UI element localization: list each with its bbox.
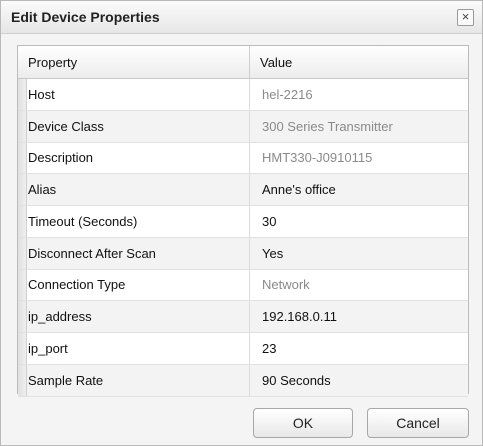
table-row[interactable]: Connection Type Network	[18, 269, 468, 302]
properties-grid: Property Value Host hel-2216 Device Class 3…	[17, 45, 469, 397]
property-value-cell[interactable]: 90 Seconds	[250, 365, 468, 396]
ok-button[interactable]: OK	[253, 408, 353, 438]
property-name-cell: Connection Type	[18, 269, 250, 301]
property-name-cell: Description	[18, 142, 250, 174]
property-value-cell[interactable]: 30	[250, 206, 468, 237]
table-row[interactable]: ip_address 192.168.0.11	[18, 301, 468, 333]
property-name-cell: Host	[18, 79, 250, 110]
property-value-cell[interactable]: 192.168.0.11	[250, 301, 468, 332]
grid-header: Property Value	[18, 46, 468, 79]
property-name-cell: Sample Rate	[18, 364, 250, 396]
property-value-cell[interactable]: Anne's office	[250, 174, 468, 205]
close-icon[interactable]: ×	[457, 9, 474, 26]
edit-device-properties-dialog: Edit Device Properties × Property Value …	[0, 0, 483, 446]
table-row[interactable]: ip_port 23	[18, 333, 468, 365]
column-header-property[interactable]: Property	[18, 46, 250, 78]
property-name-cell: Alias	[18, 174, 250, 205]
table-row[interactable]: Device Class 300 Series Transmitter	[18, 110, 468, 143]
property-name-cell: Disconnect After Scan	[18, 237, 250, 269]
property-value-cell[interactable]: 23	[250, 333, 468, 364]
cancel-button[interactable]: Cancel	[367, 408, 469, 438]
property-name-cell: ip_port	[18, 333, 250, 364]
table-row[interactable]: Alias Anne's office	[18, 174, 468, 206]
property-value-cell: hel-2216	[262, 86, 313, 102]
property-value-cell: 300 Series Transmitter	[262, 118, 393, 134]
property-value-cell: Network	[262, 277, 310, 293]
table-row[interactable]: Description HMT330-J0910115	[18, 142, 468, 175]
property-name-cell: Timeout (Seconds)	[18, 206, 250, 237]
property-value-cell[interactable]: Yes	[250, 238, 468, 269]
table-row[interactable]: Sample Rate 90 Seconds	[18, 364, 468, 397]
property-value-cell: HMT330-J0910115	[262, 150, 373, 166]
dialog-title: Edit Device Properties	[11, 9, 160, 25]
grid-body: Host hel-2216 Device Class 300 Series Trans…	[18, 79, 468, 397]
property-name-cell: Device Class	[18, 110, 250, 142]
table-row[interactable]: Timeout (Seconds) 30	[18, 206, 468, 238]
table-row[interactable]: Host hel-2216	[18, 79, 468, 111]
property-name-cell: ip_address	[18, 301, 250, 332]
table-row[interactable]: Disconnect After Scan Yes	[18, 237, 468, 270]
dialog-titlebar[interactable]: Edit Device Properties ×	[1, 1, 482, 34]
column-header-value[interactable]: Value	[250, 46, 468, 78]
